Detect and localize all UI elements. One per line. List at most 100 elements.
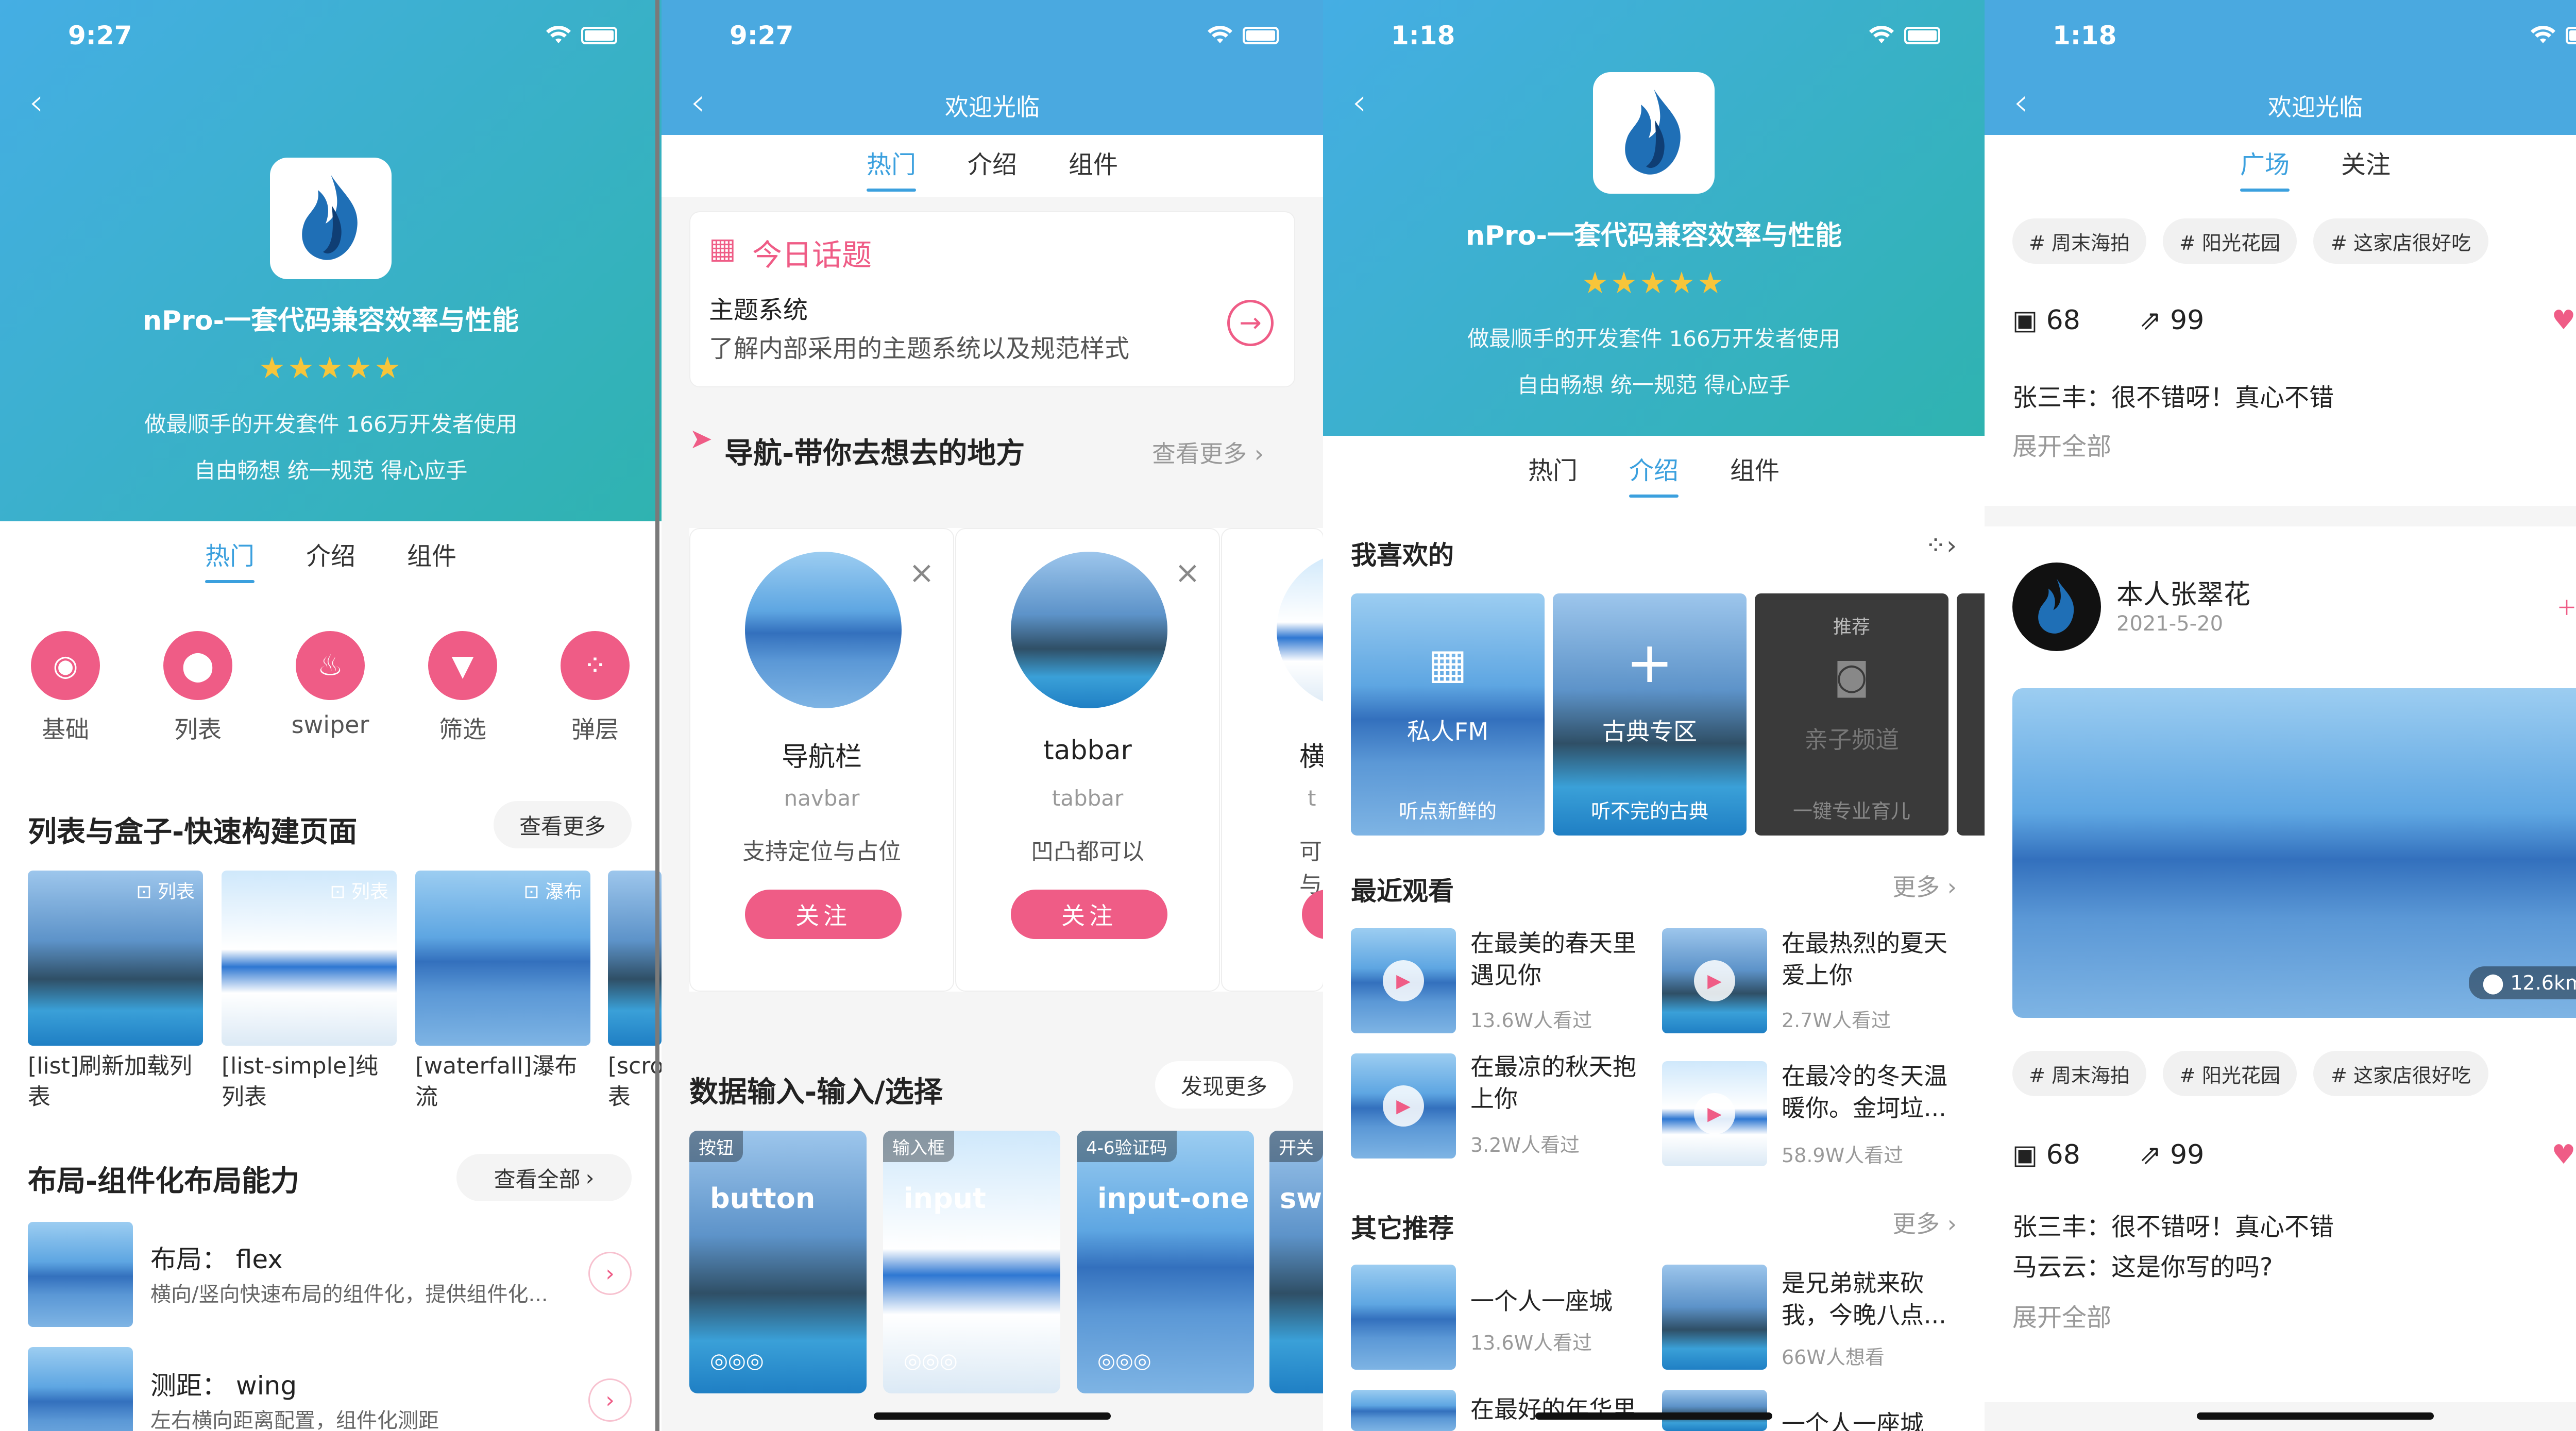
battery-icon <box>1904 27 1940 44</box>
hashtag[interactable]: # 周末海拍 <box>2012 1051 2146 1096</box>
tab-intro[interactable]: 介绍 <box>1629 450 1679 498</box>
tab-square[interactable]: 广场 <box>2240 144 2290 192</box>
input-card[interactable]: 开关 sw <box>1269 1131 1323 1393</box>
tab-components[interactable]: 组件 <box>1730 450 1780 493</box>
status-time: 1:18 <box>2053 21 2117 50</box>
tab-hot[interactable]: 热门 <box>866 144 916 192</box>
discover-more-button[interactable]: 发现更多 <box>1155 1061 1293 1109</box>
calendar-icon: ▦ <box>1428 640 1467 688</box>
screen-intro: 1:18 ‹ nPro-一套代码兼容效率与性能 ★★★★★ 做最顺手的开发套件 … <box>1323 0 1985 1431</box>
tab-intro[interactable]: 介绍 <box>306 536 355 579</box>
location-icon[interactable]: ⬤ <box>163 631 232 700</box>
nav-card[interactable]: 横 t 可与 <box>1221 528 1323 992</box>
calendar-icon: ▦ <box>709 232 736 265</box>
input-card[interactable]: 4-6验证码 input-one ◎◎◎ <box>1077 1131 1254 1393</box>
hashtag[interactable]: # 阳光花园 <box>2163 218 2297 264</box>
favorite-card-badge: 推荐 <box>1833 617 1870 638</box>
video-thumb[interactable]: ▶ <box>1662 1061 1767 1166</box>
recent-more-label: 更多 <box>1892 873 1940 901</box>
hashtag[interactable]: # 周末海拍 <box>2012 218 2146 264</box>
home-indicator <box>874 1412 1111 1420</box>
back-arrow-icon[interactable]: ‹ <box>1352 83 1367 121</box>
input-card[interactable]: 按钮 button ◎◎◎ <box>689 1131 867 1393</box>
nav-card[interactable]: × tabbar tabbar 凹凸都可以 关注 <box>955 528 1220 992</box>
nav-more-link[interactable]: 查看更多 › <box>1152 435 1264 469</box>
follow-button[interactable]: 关注 <box>745 890 902 939</box>
expand-link[interactable]: 展开全部 <box>2012 426 2111 462</box>
like-count[interactable]: ♥ 16 <box>2552 1139 2576 1170</box>
recent-more-link[interactable]: 更多 › <box>1892 868 1957 902</box>
like-count[interactable]: ♥ 16 <box>2552 305 2576 336</box>
favorite-card[interactable] <box>1957 593 1985 836</box>
favorite-card[interactable]: ▦ 私人FM 听点新鲜的 <box>1351 593 1545 836</box>
wifi-icon <box>1208 26 1232 43</box>
expand-link[interactable]: 展开全部 <box>2012 1297 2111 1333</box>
tab-components[interactable]: 组件 <box>1069 144 1118 188</box>
video-thumb[interactable]: ▶ <box>1662 928 1767 1033</box>
avatar[interactable] <box>2012 563 2101 651</box>
grid-icon[interactable]: ⁘ <box>561 631 630 700</box>
nav-card[interactable]: × 导航栏 navbar 支持定位与占位 关注 <box>689 528 954 992</box>
nav-title: 欢迎光临 <box>945 93 1040 121</box>
view-all-label: 查看全部 <box>494 1166 581 1192</box>
comment-count[interactable]: ▣ 68 <box>2012 305 2080 336</box>
tab-following[interactable]: 关注 <box>2341 144 2391 188</box>
card-tag: ⊡ 瀑布 <box>523 881 582 902</box>
hashtag[interactable]: # 这家店很好吃 <box>2313 1051 2488 1096</box>
favorite-card[interactable]: + 古典专区 听不完的古典 <box>1553 593 1747 836</box>
video-views: 2.7W人看过 <box>1782 1009 1891 1032</box>
filter-icon[interactable]: ▼ <box>428 631 497 700</box>
user-name[interactable]: 本人张翠花 <box>2116 573 2250 611</box>
tab-hot[interactable]: 热门 <box>205 536 255 583</box>
view-all-button[interactable]: 查看全部 › <box>456 1154 632 1201</box>
layout-item-desc: 横向/竖向快速布局的组件化，提供组件化... <box>150 1283 548 1306</box>
card-image-waterfall[interactable]: ⊡ 瀑布 <box>415 871 590 1046</box>
tab-hot[interactable]: 热门 <box>1528 450 1578 493</box>
hero-subtitle-1: 做最顺手的开发套件 166万开发者使用 <box>1467 326 1840 351</box>
card-tag: ⊡ 列表 <box>330 881 388 902</box>
battery-icon <box>2566 27 2576 44</box>
hashtag[interactable]: # 阳光花园 <box>2163 1051 2297 1096</box>
view-more-label: 查看更多 <box>519 813 606 839</box>
comment-count[interactable]: ▣ 68 <box>2012 1139 2080 1170</box>
camera-icon[interactable]: ◉ <box>31 631 100 700</box>
video-thumb[interactable]: ▶ <box>1351 1053 1456 1159</box>
plus-icon: + <box>1625 629 1674 695</box>
follow-link[interactable]: ＋关注 <box>2556 591 2576 621</box>
favorite-card-title: 亲子频道 <box>1804 726 1899 754</box>
chevron-right-icon[interactable]: › <box>588 1378 632 1422</box>
input-card[interactable]: 输入框 input ◎◎◎ <box>883 1131 1060 1393</box>
video-thumb[interactable]: ▶ <box>1351 928 1456 1033</box>
video-thumb[interactable] <box>1662 1390 1767 1431</box>
card-image-scroll[interactable] <box>608 871 662 1046</box>
topic-card[interactable]: ▦ 今日话题 主题系统 了解内部采用的主题系统以及规范样式 → <box>689 211 1295 387</box>
video-thumb[interactable] <box>1351 1265 1456 1370</box>
close-icon[interactable]: × <box>909 555 935 591</box>
back-arrow-icon[interactable]: ‹ <box>29 83 44 121</box>
battery-icon <box>581 27 617 44</box>
favorite-card[interactable]: 推荐 ◙ 亲子频道 一键专业育儿 <box>1755 593 1948 836</box>
share-count[interactable]: ⇗ 99 <box>2139 305 2204 336</box>
nav-card-desc: 支持定位与占位 <box>742 839 901 865</box>
tab-intro[interactable]: 介绍 <box>968 144 1017 188</box>
view-more-button[interactable]: 查看更多 <box>494 801 632 848</box>
video-thumb[interactable] <box>1662 1265 1767 1370</box>
comment-icon: ▣ <box>2012 305 2038 336</box>
flame-icon[interactable]: ♨ <box>296 631 365 700</box>
card-caption: [list]刷新加载列表 <box>28 1053 192 1110</box>
tab-components[interactable]: 组件 <box>407 536 456 579</box>
other-more-link[interactable]: 更多 › <box>1892 1205 1957 1239</box>
video-thumb[interactable] <box>1351 1390 1456 1431</box>
follow-button[interactable]: 关注 <box>1011 890 1167 939</box>
arrow-right-icon[interactable]: → <box>1227 300 1274 346</box>
card-image-list-simple[interactable]: ⊡ 列表 <box>222 871 397 1046</box>
scrollbar[interactable] <box>655 0 659 1431</box>
share-count[interactable]: ⇗ 99 <box>2139 1139 2204 1170</box>
nav-card-title: 横 <box>1299 735 1323 774</box>
hashtag[interactable]: # 这家店很好吃 <box>2313 218 2488 264</box>
chevron-right-icon[interactable]: › <box>588 1252 632 1295</box>
grid-more-icon[interactable]: ⁘› <box>1925 531 1957 560</box>
card-image-list[interactable]: ⊡ 列表 <box>28 871 203 1046</box>
close-icon[interactable]: × <box>1175 555 1200 591</box>
post-image[interactable]: ⬤ 12.6km <box>2012 688 2576 1018</box>
